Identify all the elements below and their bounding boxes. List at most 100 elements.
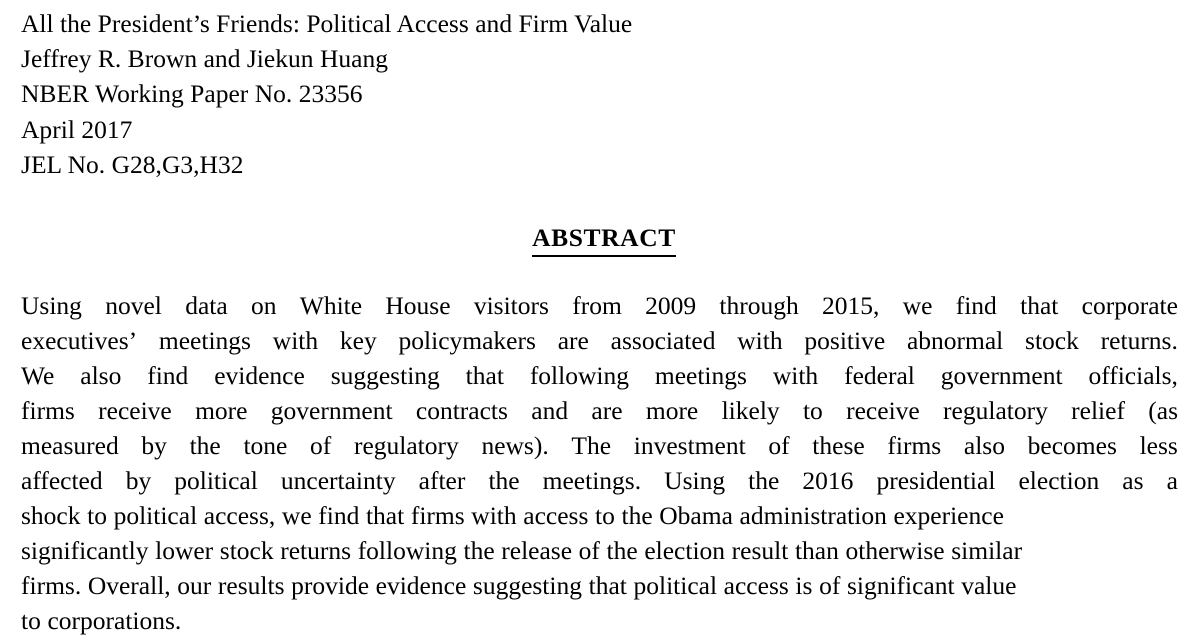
abstract-word: government <box>940 360 1063 390</box>
abstract-word: with <box>471 501 517 531</box>
abstract-word: stock <box>219 536 274 566</box>
abstract-word: 2015, <box>822 290 880 320</box>
abstract-word: of <box>578 536 600 566</box>
abstract-word: Overall, <box>87 571 171 601</box>
abstract-word: also <box>963 430 1005 460</box>
abstract-word: firms. <box>21 571 82 601</box>
abstract-word: The <box>571 430 612 460</box>
abstract-word: the <box>189 430 221 460</box>
abstract-word: are <box>591 395 623 425</box>
abstract-line: executives’ meetings with key policymakers ar… <box>21 323 1178 358</box>
abstract-word: the <box>488 466 520 496</box>
abstract-word: to <box>802 395 823 425</box>
abstract-word: policymakers <box>398 325 536 355</box>
abstract-word: we <box>902 290 933 320</box>
abstract-line: We also find evidence suggesting that followin… <box>21 358 1178 393</box>
abstract-word: becomes <box>1027 430 1117 460</box>
abstract-word: also <box>80 360 122 390</box>
abstract-word: administration <box>739 501 887 531</box>
paper-date: April 2017 <box>21 114 133 144</box>
abstract-word: affected <box>21 466 103 496</box>
abstract-word: release <box>501 536 573 566</box>
abstract-word: suggesting <box>472 571 582 601</box>
abstract-word: result <box>731 536 789 566</box>
abstract-word: and <box>531 395 569 425</box>
abstract-word: stock <box>1025 325 1079 355</box>
abstract-line: Using novel data on White House visitors from 20… <box>21 288 1178 323</box>
abstract-heading-container: ABSTRACT <box>21 223 1179 257</box>
abstract-word: election <box>1018 466 1100 496</box>
abstract-word: access, <box>203 501 276 531</box>
abstract-word: find <box>955 290 997 320</box>
abstract-word: lower <box>155 536 214 566</box>
abstract-word: firms <box>887 430 942 460</box>
abstract-word: meetings <box>654 360 747 390</box>
abstract-word: We <box>21 360 55 390</box>
abstract-word: shock <box>21 501 81 531</box>
abstract-word: Using <box>664 466 726 496</box>
abstract-word: government <box>270 395 393 425</box>
abstract-word: of <box>310 430 332 460</box>
abstract-word: more <box>195 395 248 425</box>
abstract-word: receive <box>846 395 920 425</box>
abstract-word: contracts <box>415 395 508 425</box>
abstract-word: that <box>588 571 627 601</box>
abstract-word: news). <box>481 430 549 460</box>
abstract-word: with <box>737 325 783 355</box>
abstract-body: Using novel data on White House visitors from 20… <box>21 288 1179 638</box>
abstract-word: uncertainty <box>280 466 396 496</box>
abstract-word: we <box>281 501 312 531</box>
abstract-word: (as <box>1148 395 1178 425</box>
abstract-word: officials, <box>1088 360 1178 390</box>
document-page: All the President’s Friends: Political A… <box>0 0 1200 638</box>
abstract-line: firms receive more government contracts and ar… <box>21 393 1178 428</box>
abstract-word: returns <box>280 536 352 566</box>
abstract-word: regulatory <box>353 430 459 460</box>
abstract-word: by <box>125 466 152 496</box>
abstract-word: find <box>318 501 360 531</box>
abstract-word: access <box>723 571 789 601</box>
abstract-word: political <box>113 501 198 531</box>
abstract-word: presidential <box>876 466 996 496</box>
abstract-word: provide <box>291 571 370 601</box>
abstract-word: corporate <box>1081 290 1178 320</box>
abstract-word: key <box>339 325 377 355</box>
abstract-word: likely <box>721 395 780 425</box>
paper-authors: Jeffrey R. Brown and Jiekun Huang <box>21 44 389 74</box>
abstract-word: measured <box>21 430 119 460</box>
abstract-word: results <box>217 571 285 601</box>
abstract-word: is <box>795 571 813 601</box>
abstract-word: the <box>621 501 653 531</box>
abstract-word: election <box>644 536 726 566</box>
abstract-word: value <box>961 571 1017 601</box>
abstract-word: Using <box>21 290 82 320</box>
abstract-word: the <box>463 536 495 566</box>
abstract-word: otherwise <box>845 536 945 566</box>
abstract-word: to <box>21 606 41 636</box>
abstract-line: shock to political access, we find that firms wi… <box>21 498 1178 533</box>
abstract-word: are <box>557 325 589 355</box>
page-content: All the President’s Friends: Political A… <box>21 6 1179 638</box>
abstract-line: measured by the tone of regulatory news). The in… <box>21 428 1178 463</box>
abstract-word: meetings <box>158 325 251 355</box>
abstract-word: find <box>147 360 189 390</box>
abstract-word: political <box>174 466 258 496</box>
abstract-word: experience <box>893 501 1004 531</box>
abstract-word: of <box>768 430 790 460</box>
abstract-word: executives’ <box>21 325 138 355</box>
abstract-word: receive <box>98 395 172 425</box>
abstract-word: 2009 <box>645 290 697 320</box>
abstract-word: novel <box>105 290 162 320</box>
abstract-word: regulatory <box>943 395 1048 425</box>
abstract-word: political <box>633 571 718 601</box>
abstract-word: these <box>812 430 865 460</box>
abstract-word: the <box>606 536 638 566</box>
abstract-word: meetings. <box>542 466 642 496</box>
abstract-word: positive <box>804 325 886 355</box>
abstract-word: access <box>523 501 589 531</box>
abstract-word: corporations. <box>47 606 182 636</box>
abstract-word: tone <box>243 430 288 460</box>
abstract-word: on <box>250 290 277 320</box>
abstract-word: to <box>87 501 107 531</box>
abstract-word: with <box>772 360 819 390</box>
